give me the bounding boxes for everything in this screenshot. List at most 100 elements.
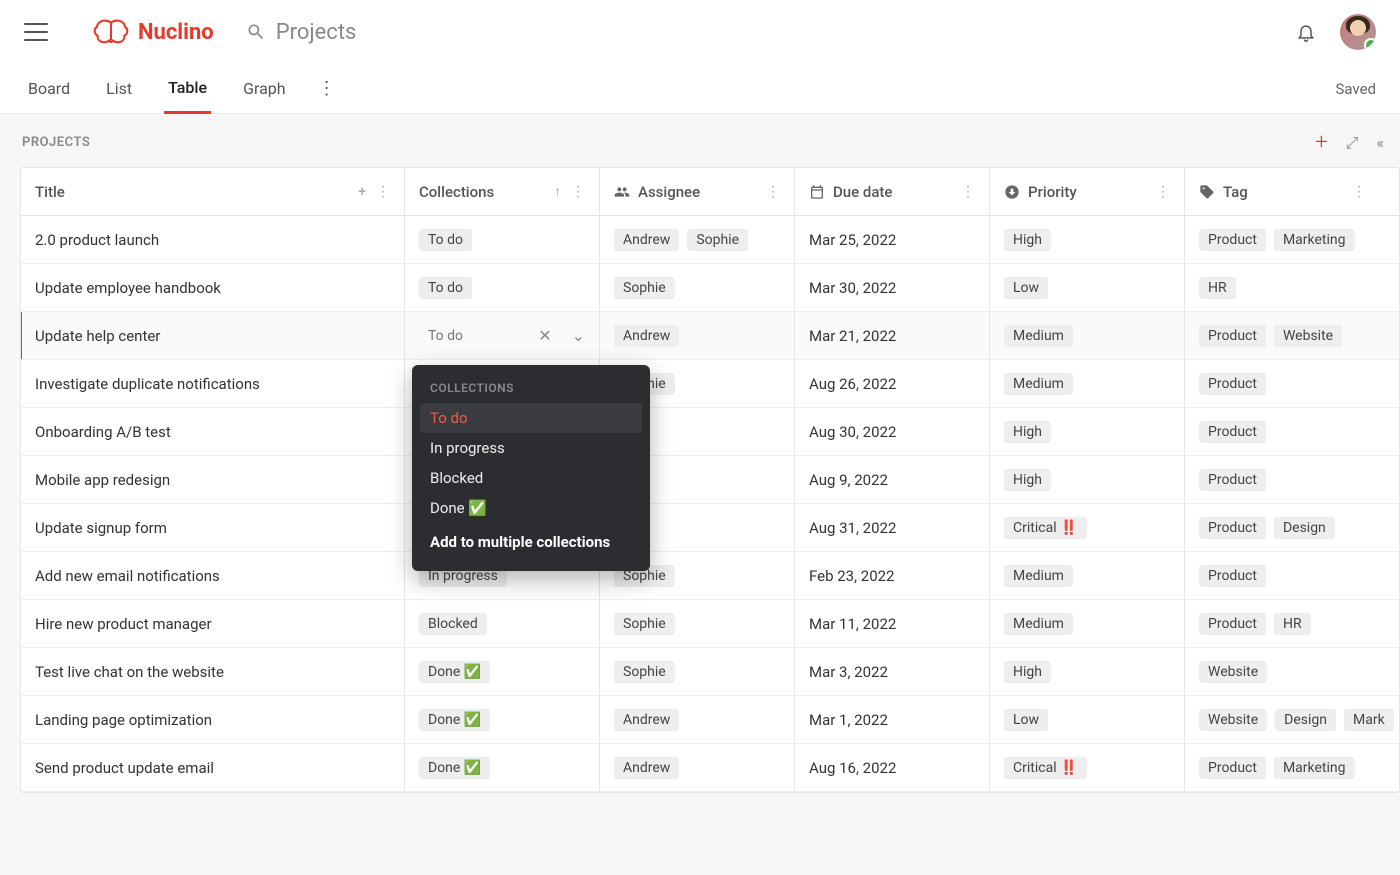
col-menu-icon[interactable]: ⋮	[766, 184, 780, 200]
cell-title[interactable]: Send product update email	[21, 744, 405, 791]
cell-priority[interactable]: High	[990, 408, 1185, 455]
cell-priority[interactable]: Medium	[990, 360, 1185, 407]
cell-priority[interactable]: Low	[990, 696, 1185, 743]
tag-chip[interactable]: Design	[1275, 709, 1336, 731]
tag-chip[interactable]: Product	[1199, 469, 1266, 491]
more-views-icon[interactable]: ⋮	[318, 78, 336, 99]
user-avatar[interactable]	[1340, 14, 1376, 50]
cell-priority[interactable]: Low	[990, 264, 1185, 311]
dropdown-add-multiple[interactable]: Add to multiple collections	[420, 527, 642, 557]
cell-tag[interactable]: ProductHR	[1185, 600, 1380, 647]
assignee-chip[interactable]: Sophie	[687, 229, 748, 251]
assignee-chip[interactable]: Sophie	[614, 277, 675, 299]
dropdown-item-inprogress[interactable]: In progress	[420, 433, 642, 463]
tag-chip[interactable]: Product	[1199, 565, 1266, 587]
assignee-chip[interactable]: Sophie	[614, 613, 675, 635]
assignee-chip[interactable]: Andrew	[614, 709, 679, 731]
cell-tag[interactable]: Product	[1185, 360, 1380, 407]
cell-tag[interactable]: ProductMarketing	[1185, 216, 1380, 263]
col-priority[interactable]: Priority ⋮	[990, 168, 1185, 215]
cell-priority[interactable]: Medium	[990, 552, 1185, 599]
cell-collections[interactable]: Blocked	[405, 600, 600, 647]
table-row[interactable]: Landing page optimizationDone ✅ Andrew Mar…	[21, 696, 1399, 744]
cell-priority[interactable]: Critical ‼️	[990, 504, 1185, 551]
tag-chip[interactable]: Product	[1199, 325, 1266, 347]
cell-priority[interactable]: High	[990, 648, 1185, 695]
cell-duedate[interactable]: Aug 30, 2022	[795, 408, 990, 455]
table-row[interactable]: Add new email notificationsIn progressSo…	[21, 552, 1399, 600]
cell-title[interactable]: Mobile app redesign	[21, 456, 405, 503]
assignee-chip[interactable]: Andrew	[614, 757, 679, 779]
col-collections[interactable]: Collections ↑⋮	[405, 168, 600, 215]
cell-tag[interactable]: Product	[1185, 408, 1380, 455]
cell-duedate[interactable]: Aug 9, 2022	[795, 456, 990, 503]
priority-chip[interactable]: Medium	[1004, 325, 1073, 347]
tab-list[interactable]: List	[102, 65, 136, 112]
notifications-icon[interactable]	[1296, 21, 1316, 43]
cell-tag[interactable]: ProductDesign	[1185, 504, 1380, 551]
col-menu-icon[interactable]: ⋮	[961, 184, 975, 200]
priority-chip[interactable]: Critical ‼️	[1004, 757, 1087, 779]
col-menu-icon[interactable]: ⋮	[1156, 184, 1170, 200]
tag-chip[interactable]: Website	[1274, 325, 1342, 347]
tag-chip[interactable]: Product	[1199, 229, 1266, 251]
table-row[interactable]: Investigate duplicate notificationsSophi…	[21, 360, 1399, 408]
priority-chip[interactable]: High	[1004, 421, 1051, 443]
collection-chip[interactable]: To do	[419, 277, 472, 299]
col-menu-icon[interactable]: ⋮	[376, 184, 390, 200]
collapse-icon[interactable]: ⤢	[1346, 133, 1359, 153]
assignee-chip[interactable]: Sophie	[614, 661, 675, 683]
table-row[interactable]: Onboarding A/B test Aug 30, 2022 High Produ…	[21, 408, 1399, 456]
col-tag[interactable]: Tag ⋮	[1185, 168, 1380, 215]
cell-duedate[interactable]: Mar 30, 2022	[795, 264, 990, 311]
priority-chip[interactable]: Low	[1004, 277, 1048, 299]
cell-collections[interactable]: Done ✅	[405, 648, 600, 695]
tab-graph[interactable]: Graph	[239, 65, 290, 112]
cell-priority[interactable]: Critical ‼️	[990, 744, 1185, 791]
cell-duedate[interactable]: Mar 11, 2022	[795, 600, 990, 647]
table-row[interactable]: Test live chat on the websiteDone ✅Sophi…	[21, 648, 1399, 696]
cell-title[interactable]: Investigate duplicate notifications	[21, 360, 405, 407]
tag-chip[interactable]: Product	[1199, 613, 1266, 635]
tag-chip[interactable]: Product	[1199, 421, 1266, 443]
cell-priority[interactable]: High	[990, 456, 1185, 503]
collection-chip[interactable]: To do	[419, 229, 472, 251]
cell-collections[interactable]: Done ✅	[405, 696, 600, 743]
cell-title[interactable]: Landing page optimization	[21, 696, 405, 743]
cell-assignee[interactable]: AndrewSophie	[600, 216, 795, 263]
table-row[interactable]: 2.0 product launchTo doAndrewSophieMar 2…	[21, 216, 1399, 264]
cell-tag[interactable]: Website	[1185, 648, 1380, 695]
col-menu-icon[interactable]: ⋮	[571, 184, 585, 200]
tag-chip[interactable]: HR	[1199, 277, 1236, 299]
cell-tag[interactable]: Product	[1185, 552, 1380, 599]
add-column-icon[interactable]: +	[358, 184, 366, 200]
add-item-icon[interactable]: +	[1315, 130, 1327, 155]
cell-duedate[interactable]: Mar 1, 2022	[795, 696, 990, 743]
cell-duedate[interactable]: Aug 31, 2022	[795, 504, 990, 551]
col-title[interactable]: Title +⋮	[21, 168, 405, 215]
priority-chip[interactable]: Medium	[1004, 565, 1073, 587]
cell-title[interactable]: Update signup form	[21, 504, 405, 551]
collection-chip[interactable]: Blocked	[419, 613, 487, 635]
tag-chip[interactable]: Marketing	[1274, 757, 1355, 779]
dropdown-item-todo[interactable]: To do	[420, 403, 642, 433]
cell-title[interactable]: Onboarding A/B test	[21, 408, 405, 455]
cell-duedate[interactable]: Feb 23, 2022	[795, 552, 990, 599]
collection-chip[interactable]: Done ✅	[419, 661, 490, 683]
clear-icon[interactable]: ✕	[538, 326, 551, 345]
cell-assignee[interactable]: Sophie	[600, 600, 795, 647]
table-row[interactable]: Update help centerTo do✕⌄AndrewMar 21, 2…	[21, 312, 1399, 360]
priority-chip[interactable]: High	[1004, 229, 1051, 251]
priority-chip[interactable]: High	[1004, 661, 1051, 683]
table-row[interactable]: Update employee handbookTo doSophieMar 3…	[21, 264, 1399, 312]
collection-chip[interactable]: Done ✅	[419, 757, 490, 779]
cell-title[interactable]: 2.0 product launch	[21, 216, 405, 263]
tab-table[interactable]: Table	[164, 64, 211, 114]
app-logo[interactable]: Nuclino	[92, 18, 214, 46]
cell-tag[interactable]: HR	[1185, 264, 1380, 311]
cell-collections[interactable]: To do	[405, 264, 600, 311]
tag-chip[interactable]: Design	[1274, 517, 1335, 539]
table-row[interactable]: Mobile app redesign Aug 9, 2022High Produc…	[21, 456, 1399, 504]
chevrons-left-icon[interactable]: «	[1376, 133, 1384, 152]
chevron-down-icon[interactable]: ⌄	[572, 326, 585, 345]
